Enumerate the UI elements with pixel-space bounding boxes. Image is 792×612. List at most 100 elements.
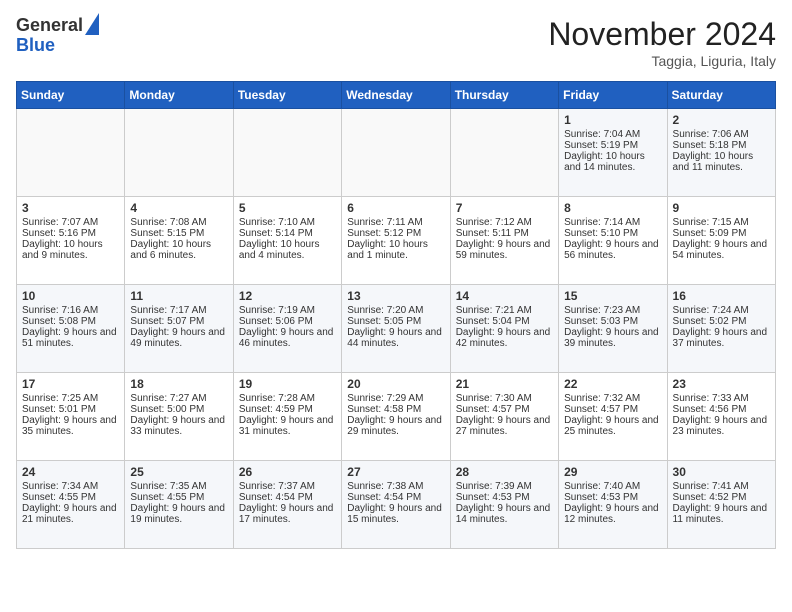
day-info: Daylight: 10 hours and 1 minute. xyxy=(347,239,444,261)
day-info: Sunrise: 7:28 AM xyxy=(239,393,336,404)
day-info: Sunrise: 7:08 AM xyxy=(130,217,227,228)
day-cell xyxy=(342,109,450,197)
day-info: Daylight: 9 hours and 15 minutes. xyxy=(347,503,444,525)
day-info: Daylight: 9 hours and 59 minutes. xyxy=(456,239,553,261)
day-number: 21 xyxy=(456,377,553,391)
day-cell: 25 Sunrise: 7:35 AMSunset: 4:55 PMDayligh… xyxy=(125,461,233,549)
day-info: Sunset: 4:54 PM xyxy=(347,492,444,503)
header-cell-thursday: Thursday xyxy=(450,82,558,109)
day-info: Sunset: 5:07 PM xyxy=(130,316,227,327)
day-info: Sunrise: 7:37 AM xyxy=(239,481,336,492)
header-cell-tuesday: Tuesday xyxy=(233,82,341,109)
day-info: Sunset: 5:16 PM xyxy=(22,228,119,239)
logo-blue-text: Blue xyxy=(16,36,99,56)
day-info: Sunrise: 7:34 AM xyxy=(22,481,119,492)
day-info: Daylight: 9 hours and 49 minutes. xyxy=(130,327,227,349)
header-cell-monday: Monday xyxy=(125,82,233,109)
day-info: Sunrise: 7:15 AM xyxy=(673,217,770,228)
day-number: 18 xyxy=(130,377,227,391)
page-header: General Blue November 2024 Taggia, Ligur… xyxy=(16,16,776,69)
month-title: November 2024 xyxy=(548,16,776,53)
day-info: Sunset: 5:00 PM xyxy=(130,404,227,415)
day-info: Daylight: 9 hours and 23 minutes. xyxy=(673,415,770,437)
week-row-3: 10Sunrise: 7:16 AMSunset: 5:08 PMDayligh… xyxy=(17,285,776,373)
day-info: Sunset: 4:56 PM xyxy=(673,404,770,415)
day-info: Daylight: 9 hours and 33 minutes. xyxy=(130,415,227,437)
header-row: SundayMondayTuesdayWednesdayThursdayFrid… xyxy=(17,82,776,109)
day-info: Daylight: 9 hours and 29 minutes. xyxy=(347,415,444,437)
day-info: Sunset: 5:15 PM xyxy=(130,228,227,239)
day-info: Daylight: 9 hours and 27 minutes. xyxy=(456,415,553,437)
day-info: Daylight: 10 hours and 9 minutes. xyxy=(22,239,119,261)
day-cell: 24Sunrise: 7:34 AMSunset: 4:55 PMDayligh… xyxy=(17,461,125,549)
day-cell: 15Sunrise: 7:23 AMSunset: 5:03 PMDayligh… xyxy=(559,285,667,373)
day-info: Sunset: 4:53 PM xyxy=(456,492,553,503)
day-info: Daylight: 9 hours and 46 minutes. xyxy=(239,327,336,349)
day-info: Sunrise: 7:06 AM xyxy=(673,129,770,140)
day-info: Sunrise: 7:04 AM xyxy=(564,129,661,140)
day-number: 13 xyxy=(347,289,444,303)
day-cell: 13Sunrise: 7:20 AMSunset: 5:05 PMDayligh… xyxy=(342,285,450,373)
day-info: Sunrise: 7:07 AM xyxy=(22,217,119,228)
day-info: Sunset: 4:57 PM xyxy=(564,404,661,415)
day-number: 23 xyxy=(673,377,770,391)
calendar-header: SundayMondayTuesdayWednesdayThursdayFrid… xyxy=(17,82,776,109)
day-number: 10 xyxy=(22,289,119,303)
location-subtitle: Taggia, Liguria, Italy xyxy=(548,53,776,69)
logo: General Blue xyxy=(16,16,99,56)
day-cell: 1Sunrise: 7:04 AMSunset: 5:19 PMDaylight… xyxy=(559,109,667,197)
day-info: Sunrise: 7:32 AM xyxy=(564,393,661,404)
day-number: 14 xyxy=(456,289,553,303)
day-number: 25 xyxy=(130,465,227,479)
day-cell: 26Sunrise: 7:37 AMSunset: 4:54 PMDayligh… xyxy=(233,461,341,549)
day-number: 20 xyxy=(347,377,444,391)
day-number: 8 xyxy=(564,201,661,215)
day-cell: 14Sunrise: 7:21 AMSunset: 5:04 PMDayligh… xyxy=(450,285,558,373)
day-info: Sunrise: 7:35 AM xyxy=(130,481,227,492)
day-cell: 20Sunrise: 7:29 AMSunset: 4:58 PMDayligh… xyxy=(342,373,450,461)
day-cell: 23 Sunrise: 7:33 AMSunset: 4:56 PMDayligh… xyxy=(667,373,775,461)
day-info: Daylight: 9 hours and 51 minutes. xyxy=(22,327,119,349)
day-cell: 29Sunrise: 7:40 AMSunset: 4:53 PMDayligh… xyxy=(559,461,667,549)
day-info: Sunset: 5:09 PM xyxy=(673,228,770,239)
day-info: Sunset: 5:18 PM xyxy=(673,140,770,151)
day-number: 28 xyxy=(456,465,553,479)
day-info: Sunset: 5:08 PM xyxy=(22,316,119,327)
day-cell: 19Sunrise: 7:28 AMSunset: 4:59 PMDayligh… xyxy=(233,373,341,461)
day-number: 15 xyxy=(564,289,661,303)
day-info: Sunrise: 7:10 AM xyxy=(239,217,336,228)
day-info: Sunrise: 7:41 AM xyxy=(673,481,770,492)
day-info: Sunset: 5:01 PM xyxy=(22,404,119,415)
day-info: Sunrise: 7:30 AM xyxy=(456,393,553,404)
day-cell: 6Sunrise: 7:11 AMSunset: 5:12 PMDaylight… xyxy=(342,197,450,285)
day-number: 9 xyxy=(673,201,770,215)
day-info: Sunset: 4:55 PM xyxy=(130,492,227,503)
day-number: 19 xyxy=(239,377,336,391)
day-info: Daylight: 9 hours and 37 minutes. xyxy=(673,327,770,349)
day-info: Sunrise: 7:33 AM xyxy=(673,393,770,404)
day-number: 30 xyxy=(673,465,770,479)
day-info: Sunrise: 7:39 AM xyxy=(456,481,553,492)
day-number: 26 xyxy=(239,465,336,479)
day-info: Daylight: 9 hours and 12 minutes. xyxy=(564,503,661,525)
header-cell-sunday: Sunday xyxy=(17,82,125,109)
day-info: Sunset: 5:06 PM xyxy=(239,316,336,327)
day-cell xyxy=(450,109,558,197)
header-cell-friday: Friday xyxy=(559,82,667,109)
day-info: Sunset: 5:12 PM xyxy=(347,228,444,239)
week-row-1: 1Sunrise: 7:04 AMSunset: 5:19 PMDaylight… xyxy=(17,109,776,197)
day-number: 4 xyxy=(130,201,227,215)
calendar-table: SundayMondayTuesdayWednesdayThursdayFrid… xyxy=(16,81,776,549)
day-number: 1 xyxy=(564,113,661,127)
day-info: Sunset: 5:04 PM xyxy=(456,316,553,327)
day-info: Sunrise: 7:14 AM xyxy=(564,217,661,228)
day-number: 3 xyxy=(22,201,119,215)
day-info: Sunrise: 7:17 AM xyxy=(130,305,227,316)
day-info: Sunset: 5:14 PM xyxy=(239,228,336,239)
day-info: Daylight: 9 hours and 39 minutes. xyxy=(564,327,661,349)
day-cell: 16Sunrise: 7:24 AMSunset: 5:02 PMDayligh… xyxy=(667,285,775,373)
day-cell: 2Sunrise: 7:06 AMSunset: 5:18 PMDaylight… xyxy=(667,109,775,197)
day-info: Daylight: 9 hours and 17 minutes. xyxy=(239,503,336,525)
day-info: Sunset: 5:11 PM xyxy=(456,228,553,239)
day-info: Daylight: 9 hours and 19 minutes. xyxy=(130,503,227,525)
